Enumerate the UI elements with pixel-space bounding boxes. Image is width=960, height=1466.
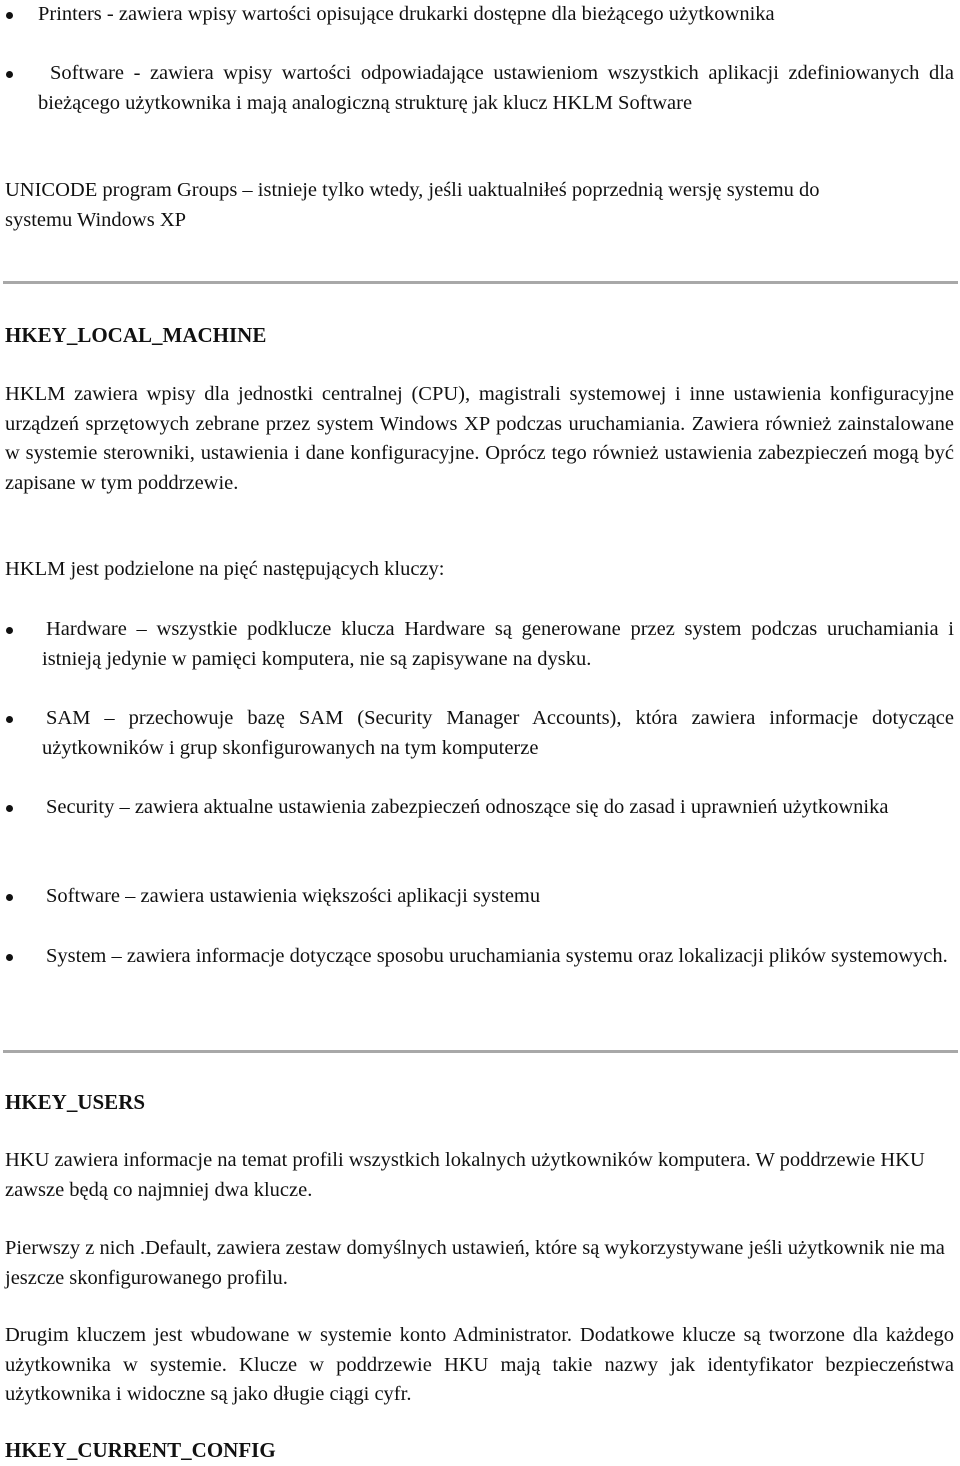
hklm-key-hardware: Hardware – wszystkie podklucze klucza Ha…	[0, 615, 954, 674]
bullet-text: Security – zawiera aktualne ustawienia z…	[46, 796, 889, 818]
hku-paragraph-2: Pierwszy z nich .Default, zawiera zestaw…	[5, 1237, 945, 1289]
bullet-icon	[6, 716, 13, 723]
hklm-keys-intro: HKLM jest podzielone na pięć następujący…	[5, 558, 445, 580]
hklm-key-sam: SAM – przechowuje bazę SAM (Security Man…	[0, 704, 954, 763]
hklm-key-security: Security – zawiera aktualne ustawienia z…	[0, 793, 954, 823]
bullet-text: System – zawiera informacje dotyczące sp…	[46, 945, 948, 967]
hku-heading: HKEY_USERS	[5, 1090, 146, 1114]
hku-paragraph-1: HKU zawiera informacje na temat profili …	[5, 1149, 925, 1201]
bullet-icon	[6, 627, 13, 634]
section-divider	[3, 281, 958, 284]
unicode-program-groups-paragraph: UNICODE program Groups – istnieje tylko …	[5, 179, 820, 231]
bullet-text: Software - zawiera wpisy wartości odpowi…	[38, 62, 954, 114]
hklm-key-system: System – zawiera informacje dotyczące sp…	[0, 942, 954, 972]
hklm-key-software: Software – zawiera ustawienia większości…	[0, 882, 954, 912]
bullet-printers: Printers - zawiera wpisy wartości opisuj…	[0, 0, 954, 30]
bullet-text: Hardware – wszystkie podklucze klucza Ha…	[42, 618, 954, 670]
bullet-text: SAM – przechowuje bazę SAM (Security Man…	[42, 707, 954, 759]
bullet-icon	[6, 954, 13, 961]
bullet-text: Software – zawiera ustawienia większości…	[46, 885, 541, 907]
bullet-icon	[6, 12, 13, 19]
hkcc-heading: HKEY_CURRENT_CONFIG	[5, 1438, 276, 1462]
hklm-heading: HKEY_LOCAL_MACHINE	[5, 323, 267, 347]
hku-paragraph-3: Drugim kluczem jest wbudowane w systemie…	[5, 1324, 954, 1405]
bullet-icon	[6, 894, 13, 901]
bullet-icon	[6, 805, 13, 812]
section-divider	[3, 1050, 958, 1053]
hklm-description: HKLM zawiera wpisy dla jednostki central…	[5, 383, 954, 494]
bullet-icon	[6, 71, 13, 78]
bullet-text: Printers - zawiera wpisy wartości opisuj…	[38, 3, 775, 25]
bullet-software-hkcu: Software - zawiera wpisy wartości odpowi…	[0, 59, 954, 118]
